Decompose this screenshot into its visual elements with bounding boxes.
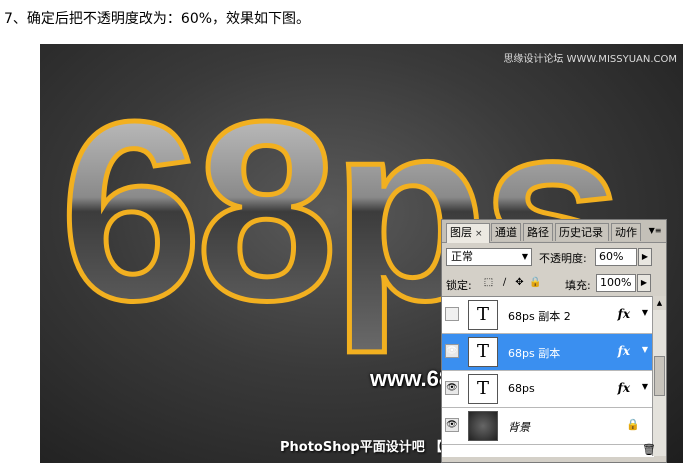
fx-icon[interactable]: fx: [618, 381, 630, 395]
eye-icon[interactable]: 👁: [445, 381, 459, 395]
layer-list-scrollbar[interactable]: ▲: [652, 296, 666, 456]
blend-mode-select[interactable]: 正常 ▼: [446, 248, 532, 266]
chevron-down-icon[interactable]: ▼: [642, 345, 648, 354]
opacity-input[interactable]: 60%: [595, 248, 637, 266]
tab-channels-label: 通道: [495, 226, 517, 239]
panel-menu-icon[interactable]: ▼≡: [648, 224, 662, 237]
lock-all-icon[interactable]: 🔒: [529, 276, 542, 289]
opacity-label: 不透明度:: [539, 252, 587, 265]
layer-row-background[interactable]: 👁 背景 🔒: [442, 408, 654, 445]
fill-input[interactable]: 100%: [596, 274, 636, 292]
layers-panel: 图层 × 通道 路径 历史记录 动作 ▼≡ 正常 ▼ 不透明度: 60% ▶ 锁定…: [441, 219, 667, 463]
blend-opacity-row: 正常 ▼ 不透明度: 60% ▶: [446, 248, 662, 268]
panel-tab-bar: 图层 × 通道 路径 历史记录 动作 ▼≡: [442, 220, 666, 243]
layer-row-68ps-copy[interactable]: 👁 T 68ps 副本 fx ▼: [442, 334, 654, 371]
tab-actions[interactable]: 动作: [611, 223, 641, 241]
tab-layers[interactable]: 图层 ×: [446, 223, 490, 243]
layer-list: T 68ps 副本 2 fx ▼ 👁 T 68ps 副本 fx ▼ 👁 T 68…: [442, 296, 654, 457]
tab-paths-label: 路径: [527, 226, 549, 239]
trash-icon[interactable]: 🗑: [642, 443, 656, 456]
layer-row-68ps-copy-2[interactable]: T 68ps 副本 2 fx ▼: [442, 297, 654, 334]
layer-thumb-text-icon: T: [468, 374, 498, 404]
lock-transparent-icon[interactable]: ⬚: [482, 276, 495, 289]
scroll-thumb[interactable]: [654, 356, 665, 396]
blend-mode-value: 正常: [451, 250, 473, 263]
step-instruction: 7、确定后把不透明度改为：60%，效果如下图。: [4, 11, 311, 27]
tab-channels[interactable]: 通道: [491, 223, 521, 241]
layer-name: 68ps 副本: [508, 347, 561, 360]
watermark-top: 思缘设计论坛 WWW.MISSYUAN.COM: [503, 54, 677, 65]
chevron-down-icon: ▼: [521, 252, 528, 261]
tab-actions-label: 动作: [615, 226, 637, 239]
lock-brush-icon[interactable]: ∕: [498, 276, 511, 289]
chevron-down-icon[interactable]: ▼: [642, 308, 648, 317]
visibility-toggle[interactable]: [445, 307, 459, 321]
eye-icon[interactable]: 👁: [445, 344, 459, 358]
lock-move-icon[interactable]: ✥: [513, 276, 526, 289]
layer-thumb-text-icon: T: [468, 337, 498, 367]
fill-label: 填充:: [565, 279, 591, 292]
tab-paths[interactable]: 路径: [523, 223, 553, 241]
tab-history-label: 历史记录: [559, 226, 603, 239]
close-icon[interactable]: ×: [475, 229, 483, 239]
layer-thumb-image: [468, 411, 498, 441]
lock-icon: 🔒: [626, 418, 640, 431]
lock-label: 锁定:: [446, 279, 472, 292]
tab-layers-label: 图层: [450, 226, 472, 239]
layer-name: 68ps: [508, 382, 535, 395]
chevron-down-icon[interactable]: ▼: [642, 382, 648, 391]
layer-thumb-text-icon: T: [468, 300, 498, 330]
layer-name: 68ps 副本 2: [508, 310, 571, 323]
lock-fill-row: 锁定: ⬚ ∕ ✥ 🔒 填充: 100% ▶: [446, 274, 662, 294]
fill-slider-button[interactable]: ▶: [637, 274, 651, 292]
layer-row-68ps[interactable]: 👁 T 68ps fx ▼: [442, 371, 654, 408]
fx-icon[interactable]: fx: [618, 307, 630, 321]
scroll-up-icon[interactable]: ▲: [653, 296, 666, 310]
layer-name: 背景: [508, 421, 530, 434]
tab-history[interactable]: 历史记录: [555, 223, 609, 241]
fx-icon[interactable]: fx: [618, 344, 630, 358]
eye-icon[interactable]: 👁: [445, 418, 459, 432]
opacity-slider-button[interactable]: ▶: [638, 248, 652, 266]
